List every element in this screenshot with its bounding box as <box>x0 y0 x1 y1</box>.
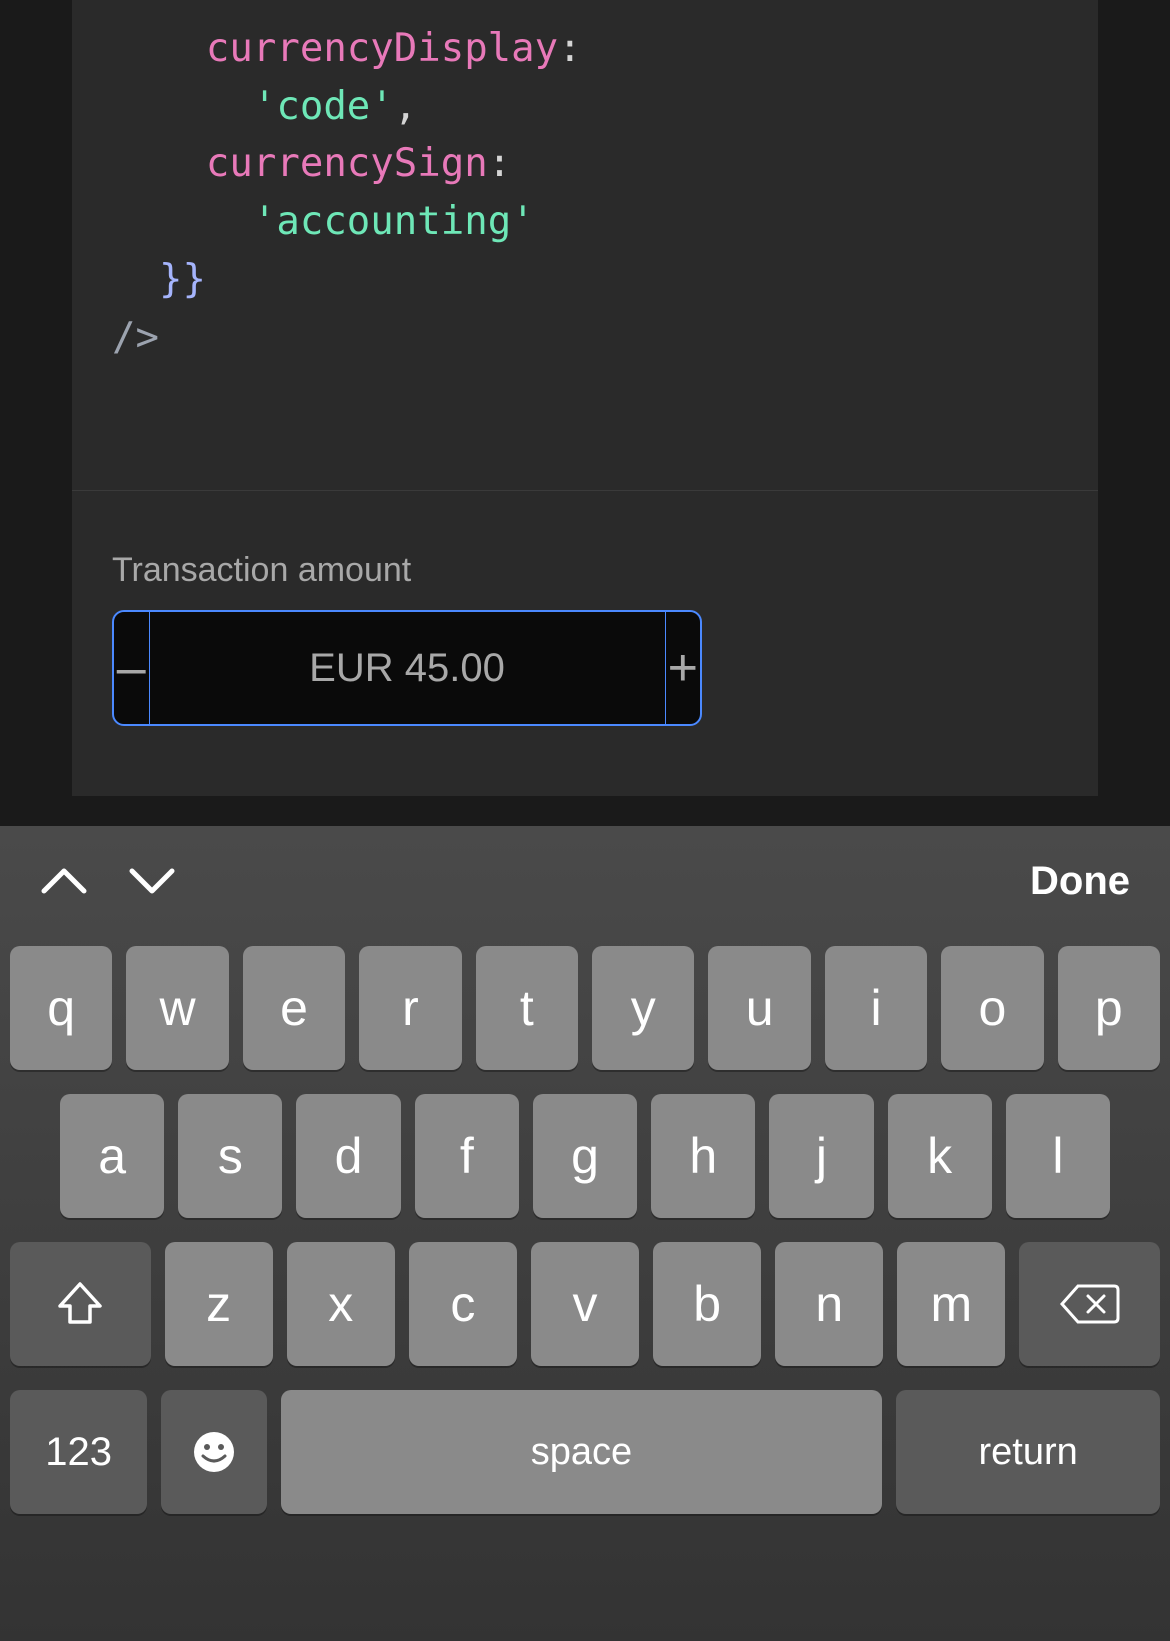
key-t[interactable]: t <box>476 946 578 1070</box>
field-label: Transaction amount <box>112 551 1058 590</box>
keyboard-row-2: a s d f g h j k l <box>10 1094 1160 1218</box>
key-v[interactable]: v <box>531 1242 639 1366</box>
backspace-icon <box>1060 1282 1120 1326</box>
key-p[interactable]: p <box>1058 946 1160 1070</box>
code-string: 'code' <box>253 84 394 129</box>
code-tag-close: /> <box>112 315 159 360</box>
return-key[interactable]: return <box>896 1390 1160 1514</box>
keyboard-row-1: q w e r t y u i o p <box>10 946 1160 1070</box>
key-w[interactable]: w <box>126 946 228 1070</box>
key-d[interactable]: d <box>296 1094 400 1218</box>
decrement-button[interactable]: – <box>114 612 150 724</box>
key-f[interactable]: f <box>415 1094 519 1218</box>
key-h[interactable]: h <box>651 1094 755 1218</box>
key-s[interactable]: s <box>178 1094 282 1218</box>
code-block: currencyDisplay: 'code', currencySign: '… <box>112 20 1058 366</box>
code-editor: currencyDisplay: 'code', currencySign: '… <box>72 0 1098 490</box>
keyboard-nav <box>40 867 176 895</box>
key-y[interactable]: y <box>592 946 694 1070</box>
amount-field[interactable] <box>150 612 665 724</box>
key-a[interactable]: a <box>60 1094 164 1218</box>
key-u[interactable]: u <box>708 946 810 1070</box>
key-i[interactable]: i <box>825 946 927 1070</box>
key-m[interactable]: m <box>897 1242 1005 1366</box>
done-button[interactable]: Done <box>1030 859 1130 904</box>
key-q[interactable]: q <box>10 946 112 1070</box>
space-key[interactable]: space <box>281 1390 882 1514</box>
shift-key[interactable] <box>10 1242 151 1366</box>
key-e[interactable]: e <box>243 946 345 1070</box>
backspace-key[interactable] <box>1019 1242 1160 1366</box>
key-l[interactable]: l <box>1006 1094 1110 1218</box>
number-input: – + <box>112 610 702 726</box>
code-braces: }} <box>159 257 206 302</box>
key-o[interactable]: o <box>941 946 1043 1070</box>
key-k[interactable]: k <box>888 1094 992 1218</box>
key-c[interactable]: c <box>409 1242 517 1366</box>
key-x[interactable]: x <box>287 1242 395 1366</box>
next-field-button[interactable] <box>128 867 176 895</box>
increment-button[interactable]: + <box>665 612 701 724</box>
code-string: 'accounting' <box>253 199 535 244</box>
keyboard-row-4: 123 space return <box>10 1390 1160 1514</box>
key-j[interactable]: j <box>769 1094 873 1218</box>
preview-panel: Transaction amount – + <box>72 490 1098 796</box>
key-b[interactable]: b <box>653 1242 761 1366</box>
emoji-icon <box>192 1430 236 1474</box>
virtual-keyboard: Done q w e r t y u i o p a s d f g h j k… <box>0 826 1170 1641</box>
shift-icon <box>54 1278 106 1330</box>
previous-field-button[interactable] <box>40 867 88 895</box>
emoji-key[interactable] <box>161 1390 267 1514</box>
code-property: currencyDisplay <box>206 26 558 71</box>
keyboard-row-3: z x c v b n m <box>10 1242 1160 1366</box>
code-property: currencySign <box>206 141 488 186</box>
numbers-key[interactable]: 123 <box>10 1390 147 1514</box>
key-g[interactable]: g <box>533 1094 637 1218</box>
key-z[interactable]: z <box>165 1242 273 1366</box>
keyboard-toolbar: Done <box>0 826 1170 936</box>
key-n[interactable]: n <box>775 1242 883 1366</box>
key-r[interactable]: r <box>359 946 461 1070</box>
